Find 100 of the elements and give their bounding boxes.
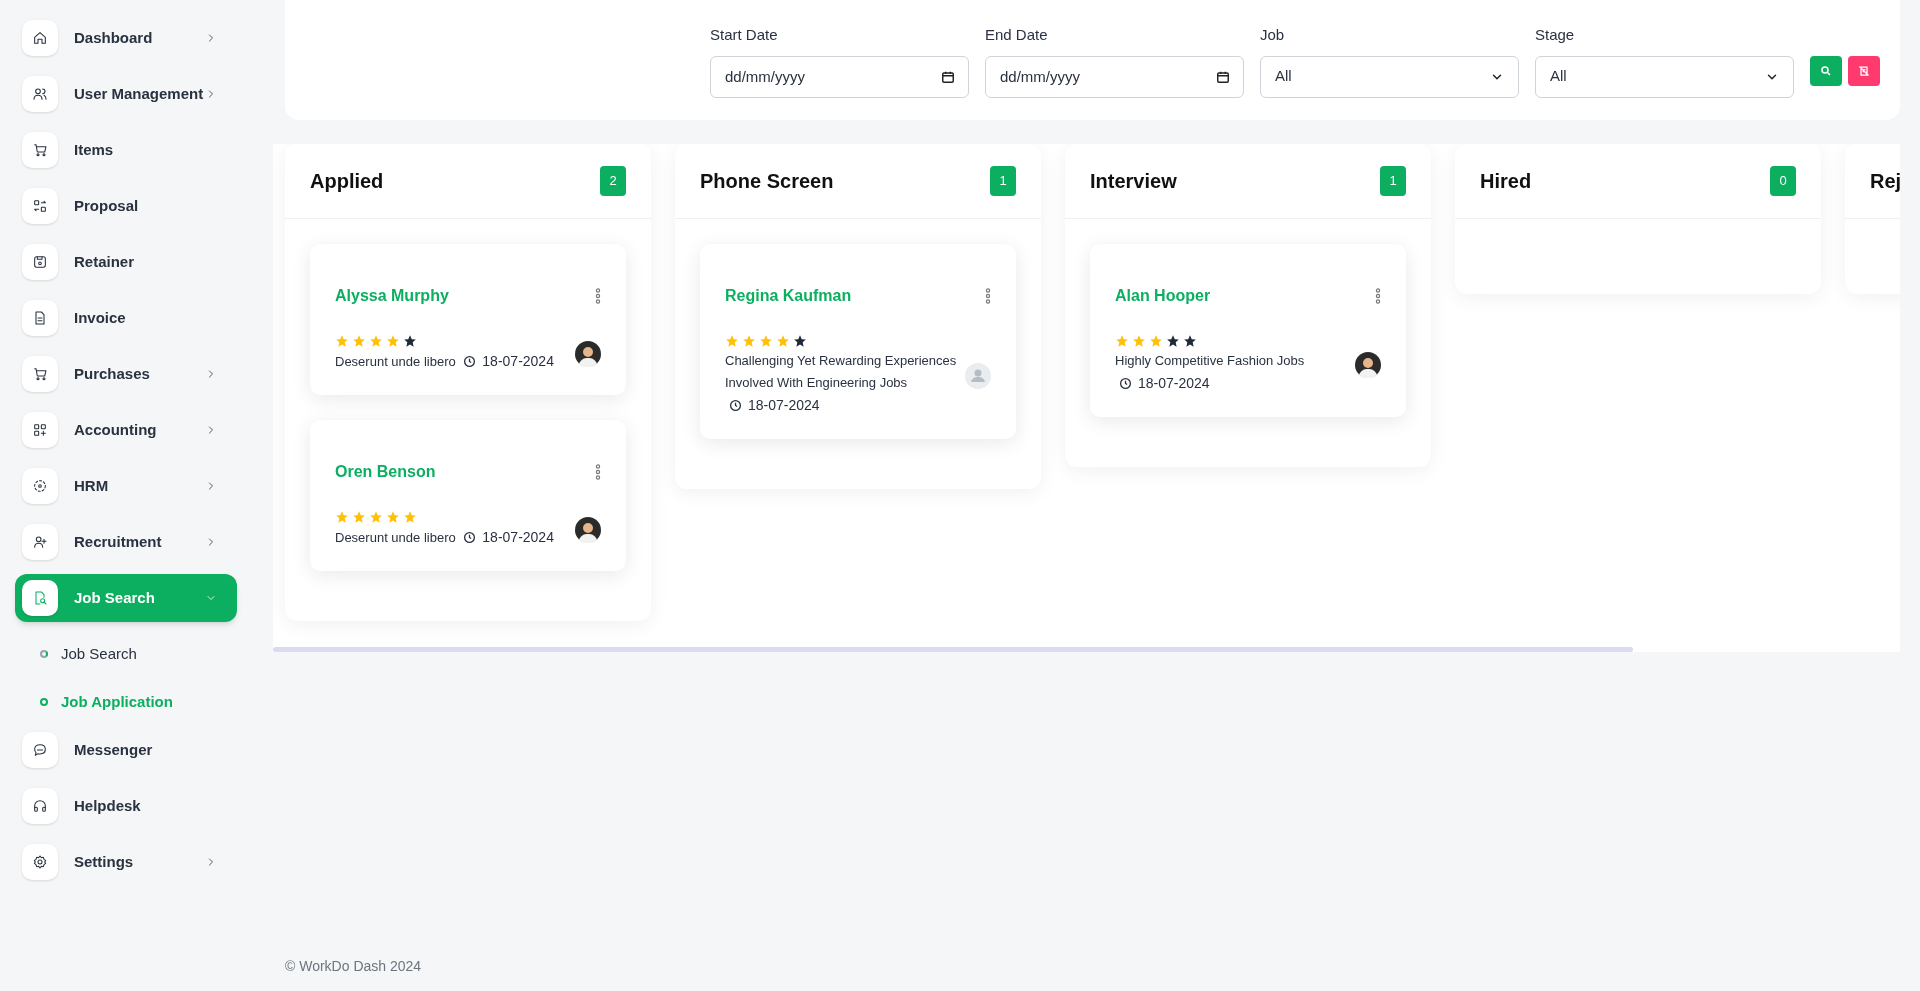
sidebar-label: Proposal [74,195,139,216]
star-icon [386,334,400,348]
sidebar-label: HRM [74,475,109,496]
sidebar-label: User Management [74,83,204,104]
sidebar-item[interactable]: Items [15,126,237,174]
star-icon [759,334,773,348]
users-icon [22,76,58,112]
user-plus-icon [22,524,58,560]
more-options-icon[interactable] [1375,288,1381,304]
candidate-card[interactable]: Alyssa Murphy Deserunt unde libero 18-07-2024 [310,244,626,395]
star-icon [1132,334,1146,348]
candidate-card[interactable]: Oren Benson Deserunt unde libero 18-07-2024 [310,420,626,571]
star-icon [369,510,383,524]
sidebar-item[interactable]: HRM [15,462,237,510]
sidebar-label: Job Search [74,587,155,608]
avatar [575,516,601,543]
column-title: Interview [1090,169,1177,194]
swap-icon [22,188,58,224]
search-button[interactable] [1810,56,1842,86]
submenu-item[interactable]: Job Search [15,630,237,678]
sidebar-label: Items [74,139,114,160]
field-label: Stage [1535,25,1576,45]
candidate-card[interactable]: Alan Hooper Highly Competitive Fashion Jobs 18-07-2024 [1090,244,1406,417]
home-icon [22,20,58,56]
more-options-icon[interactable] [985,288,991,304]
date-text: 18-07-2024 [482,353,554,369]
star-icon [386,510,400,524]
star-icon [1183,334,1197,348]
column-title: Phone Screen [700,169,834,194]
scrollbar[interactable] [273,647,1633,652]
star-icon [352,510,366,524]
sidebar-label: Dashboard [74,27,153,48]
file-search-icon [22,580,58,616]
more-options-icon[interactable] [595,464,601,480]
calendar-icon [941,69,955,84]
clock-icon [1119,377,1132,390]
more-options-icon[interactable] [595,288,601,304]
headphones-icon [22,788,58,824]
crossed-document-icon [1858,65,1870,77]
calendar-icon [1216,69,1230,84]
sidebar-label: Messenger [74,739,153,760]
date-text: 18-07-2024 [1138,375,1210,391]
star-icon [793,334,807,348]
sidebar-label: Recruitment [74,531,162,552]
sidebar-item[interactable]: Helpdesk [15,782,237,830]
star-icon [1115,334,1129,348]
star-icon [335,334,349,348]
candidate-card[interactable]: Regina Kaufman Challenging Yet Rewarding Experiences Involved With Engineering Jobs 18-07-2024 [700,244,1016,439]
cart-icon [22,132,58,168]
select-dropdown[interactable]: All [1535,55,1794,98]
sidebar-item[interactable]: User Management [15,70,237,118]
sidebar-item[interactable]: Purchases [15,350,237,398]
clock-icon [729,399,742,412]
sidebar-label: Helpdesk [74,795,141,816]
star-icon [776,334,790,348]
date-field[interactable]: dd/mm/yyyy [985,55,1244,98]
field-label: Job [1260,25,1286,45]
date-text: 18-07-2024 [748,397,820,413]
field-label: End Date [985,25,1049,45]
sidebar-item[interactable]: Accounting [15,406,237,454]
count-badge: 2 [600,166,626,196]
clock-icon [463,355,477,368]
job-title: Deserunt unde libero [335,530,456,545]
date-text: 18-07-2024 [482,529,554,545]
column-title: Rej [1870,169,1900,194]
job-title: Deserunt unde libero [335,354,456,369]
sidebar-label: Settings [74,851,134,872]
chat-icon [22,732,58,768]
sidebar-item[interactable]: Messenger [15,726,237,774]
avatar [575,340,601,367]
star-icon [742,334,756,348]
star-icon [403,510,417,524]
search-icon [1820,65,1832,77]
field-label: Start Date [710,25,779,45]
sidebar-label: Retainer [74,251,135,272]
avatar [1355,351,1381,378]
sidebar-label: Invoice [74,307,126,328]
star-icon [1149,334,1163,348]
star-icon [369,334,383,348]
date-field[interactable]: dd/mm/yyyy [710,55,969,98]
column-title: Hired [1480,169,1532,194]
sidebar-item[interactable]: Settings [15,838,237,886]
sidebar-item[interactable]: Dashboard [15,14,237,62]
select-dropdown[interactable]: All [1260,55,1519,98]
settings-icon [22,844,58,880]
star-icon [335,510,349,524]
job-title: Challenging Yet Rewarding Experiences Involved With Engineering Jobs [725,353,957,390]
sidebar-label: Purchases [74,363,150,384]
count-badge: 0 [1770,166,1796,196]
sidebar-label: Accounting [74,419,157,440]
sidebar-item[interactable]: Invoice [15,294,237,342]
sidebar-item[interactable]: Recruitment [15,518,237,566]
star-icon [352,334,366,348]
sidebar-item[interactable]: Proposal [15,182,237,230]
column-title: Applied [310,169,384,194]
clear-filter-button[interactable] [1848,56,1880,86]
sidebar-item[interactable]: Retainer [15,238,237,286]
cart-icon [22,356,58,392]
star-icon [403,334,417,348]
count-badge: 1 [1380,166,1406,196]
